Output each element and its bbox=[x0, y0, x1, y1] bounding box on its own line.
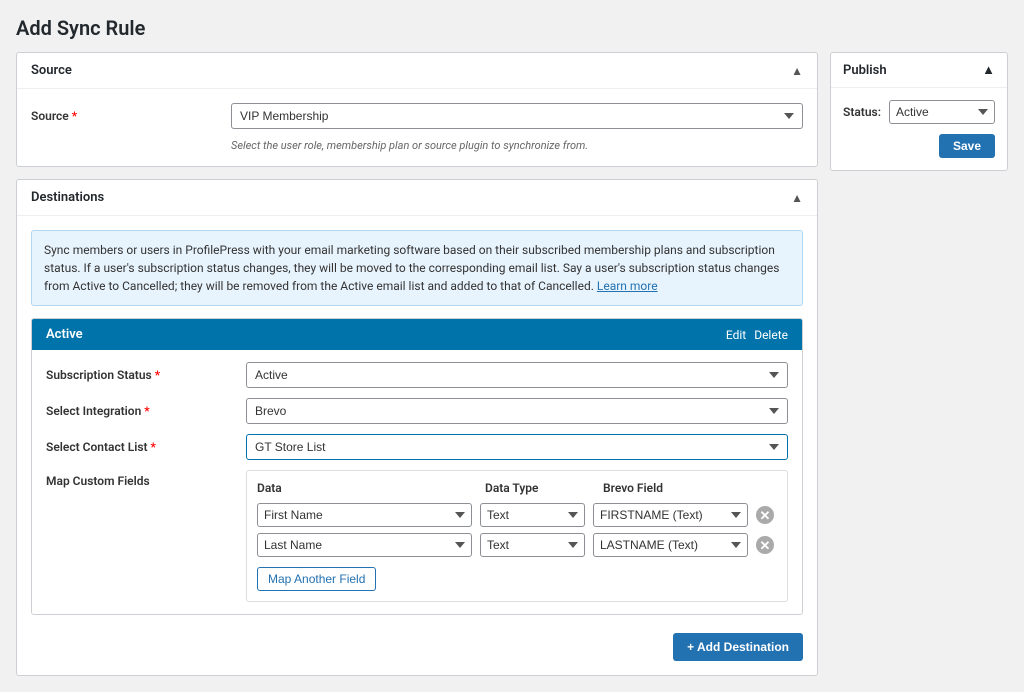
source-form-row: Source * VIP Membership Basic Membership… bbox=[31, 103, 803, 129]
page-title: Add Sync Rule bbox=[16, 16, 1008, 40]
map-another-field-btn[interactable]: Map Another Field bbox=[257, 567, 376, 591]
subscription-status-label: Subscription Status * bbox=[46, 368, 246, 382]
map-custom-fields-section: Map Custom Fields Data Data Type Brevo F… bbox=[46, 470, 788, 602]
source-label: Source * bbox=[31, 109, 231, 123]
info-text: Sync members or users in ProfilePress wi… bbox=[44, 243, 779, 293]
source-collapse-icon[interactable]: ▲ bbox=[791, 64, 803, 78]
learn-more-link[interactable]: Learn more bbox=[597, 279, 658, 293]
destinations-card-header: Destinations ▲ bbox=[17, 180, 817, 216]
destination-header-actions: Edit Delete bbox=[726, 328, 788, 342]
map-data-select-2[interactable]: First Name Last Name Email bbox=[257, 533, 472, 557]
source-help-text: Select the user role, membership plan or… bbox=[231, 139, 803, 152]
map-field-row-1: First Name Last Name Email Text Number D… bbox=[257, 503, 777, 527]
subscription-status-select[interactable]: Active Cancelled Expired Pending bbox=[246, 362, 788, 388]
map-type-select-1[interactable]: Text Number Date bbox=[480, 503, 585, 527]
publish-status-row: Status: Active Inactive bbox=[843, 100, 995, 124]
map-type-select-2[interactable]: Text Number Date bbox=[480, 533, 585, 557]
sidebar: Publish ▲ Status: Active Inactive Save bbox=[830, 52, 1008, 171]
publish-card: Publish ▲ Status: Active Inactive Save bbox=[830, 52, 1008, 171]
publish-title: Publish bbox=[843, 63, 887, 78]
map-field-row-2: First Name Last Name Email Text Number D… bbox=[257, 533, 777, 557]
destination-block-title: Active bbox=[46, 327, 83, 342]
integration-select[interactable]: Brevo Mailchimp ActiveCampaign bbox=[246, 398, 788, 424]
col-data-header: Data bbox=[257, 481, 477, 495]
destinations-footer: + Add Destination bbox=[31, 625, 803, 661]
contact-list-select[interactable]: GT Store List Default List bbox=[246, 434, 788, 460]
map-fields-label: Map Custom Fields bbox=[46, 470, 246, 488]
main-content: Source ▲ Source * VIP Membership Basic M… bbox=[16, 52, 818, 676]
col-field-header: Brevo Field bbox=[603, 481, 777, 495]
map-field-select-2[interactable]: FIRSTNAME (Text) LASTNAME (Text) EMAIL (… bbox=[593, 533, 748, 557]
destinations-collapse-icon[interactable]: ▲ bbox=[791, 191, 803, 205]
map-fields-header: Data Data Type Brevo Field bbox=[257, 481, 777, 495]
remove-field-btn-2[interactable]: ✕ bbox=[756, 536, 774, 554]
destination-body: Subscription Status * Active Cancelled E… bbox=[32, 350, 802, 614]
source-card-body: Source * VIP Membership Basic Membership… bbox=[17, 89, 817, 166]
publish-collapse-icon[interactable]: ▲ bbox=[982, 62, 995, 78]
source-required: * bbox=[72, 109, 77, 123]
source-select[interactable]: VIP Membership Basic Membership Premium … bbox=[231, 103, 803, 129]
integration-label: Select Integration * bbox=[46, 404, 246, 418]
destinations-card: Destinations ▲ Sync members or users in … bbox=[16, 179, 818, 676]
publish-status-select[interactable]: Active Inactive bbox=[889, 100, 995, 124]
publish-body: Status: Active Inactive Save bbox=[831, 88, 1007, 170]
map-field-select-1[interactable]: FIRSTNAME (Text) LASTNAME (Text) EMAIL (… bbox=[593, 503, 748, 527]
save-button[interactable]: Save bbox=[939, 134, 995, 158]
source-card: Source ▲ Source * VIP Membership Basic M… bbox=[16, 52, 818, 167]
destination-delete-btn[interactable]: Delete bbox=[754, 328, 788, 342]
map-data-select-1[interactable]: First Name Last Name Email bbox=[257, 503, 472, 527]
contact-list-row: Select Contact List * GT Store List Defa… bbox=[46, 434, 788, 460]
destination-active-block: Active Edit Delete Subscription Status * bbox=[31, 318, 803, 615]
publish-status-label: Status: bbox=[843, 105, 881, 119]
source-card-header: Source ▲ bbox=[17, 53, 817, 89]
remove-field-btn-1[interactable]: ✕ bbox=[756, 506, 774, 524]
destinations-info-box: Sync members or users in ProfilePress wi… bbox=[31, 230, 803, 306]
destination-block-header: Active Edit Delete bbox=[32, 319, 802, 350]
publish-header: Publish ▲ bbox=[831, 53, 1007, 88]
add-destination-btn[interactable]: + Add Destination bbox=[673, 633, 803, 661]
contact-list-label: Select Contact List * bbox=[46, 440, 246, 454]
destinations-card-title: Destinations bbox=[31, 190, 104, 205]
subscription-status-row: Subscription Status * Active Cancelled E… bbox=[46, 362, 788, 388]
destinations-card-body: Sync members or users in ProfilePress wi… bbox=[17, 216, 817, 675]
col-type-header: Data Type bbox=[485, 481, 595, 495]
map-fields-inner: Data Data Type Brevo Field First Name La… bbox=[246, 470, 788, 602]
destination-edit-btn[interactable]: Edit bbox=[726, 328, 746, 342]
source-card-title: Source bbox=[31, 63, 72, 78]
integration-row: Select Integration * Brevo Mailchimp Act… bbox=[46, 398, 788, 424]
